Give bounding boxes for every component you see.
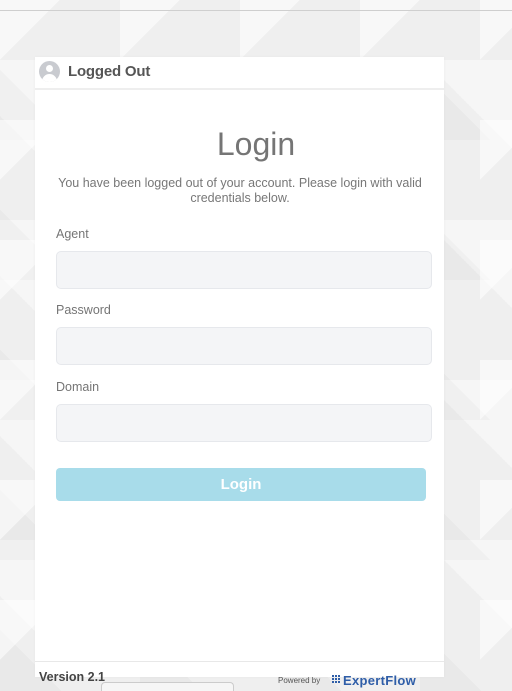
footer-tab[interactable] <box>101 682 234 691</box>
user-avatar-icon <box>39 61 60 82</box>
panel-header: Logged Out <box>35 57 444 90</box>
password-input[interactable] <box>56 327 432 365</box>
brand-name: ExpertFlow <box>343 673 417 688</box>
powered-by-label: Powered by <box>278 676 321 685</box>
status-title: Logged Out <box>68 63 151 80</box>
domain-input[interactable] <box>56 404 432 442</box>
top-divider <box>0 10 512 11</box>
expertflow-logo-icon <box>332 675 342 686</box>
avatar-body <box>42 74 57 82</box>
login-button[interactable]: Login <box>56 468 426 501</box>
password-label: Password <box>56 303 111 317</box>
avatar-head <box>46 65 53 72</box>
agent-label: Agent <box>56 227 89 241</box>
page-title: Login <box>216 126 296 162</box>
footer-divider <box>35 661 444 662</box>
agent-input[interactable] <box>56 251 432 289</box>
logout-message: You have been logged out of your account… <box>58 176 422 205</box>
domain-label: Domain <box>56 380 100 394</box>
version-label: Version 2.1 <box>39 670 106 684</box>
